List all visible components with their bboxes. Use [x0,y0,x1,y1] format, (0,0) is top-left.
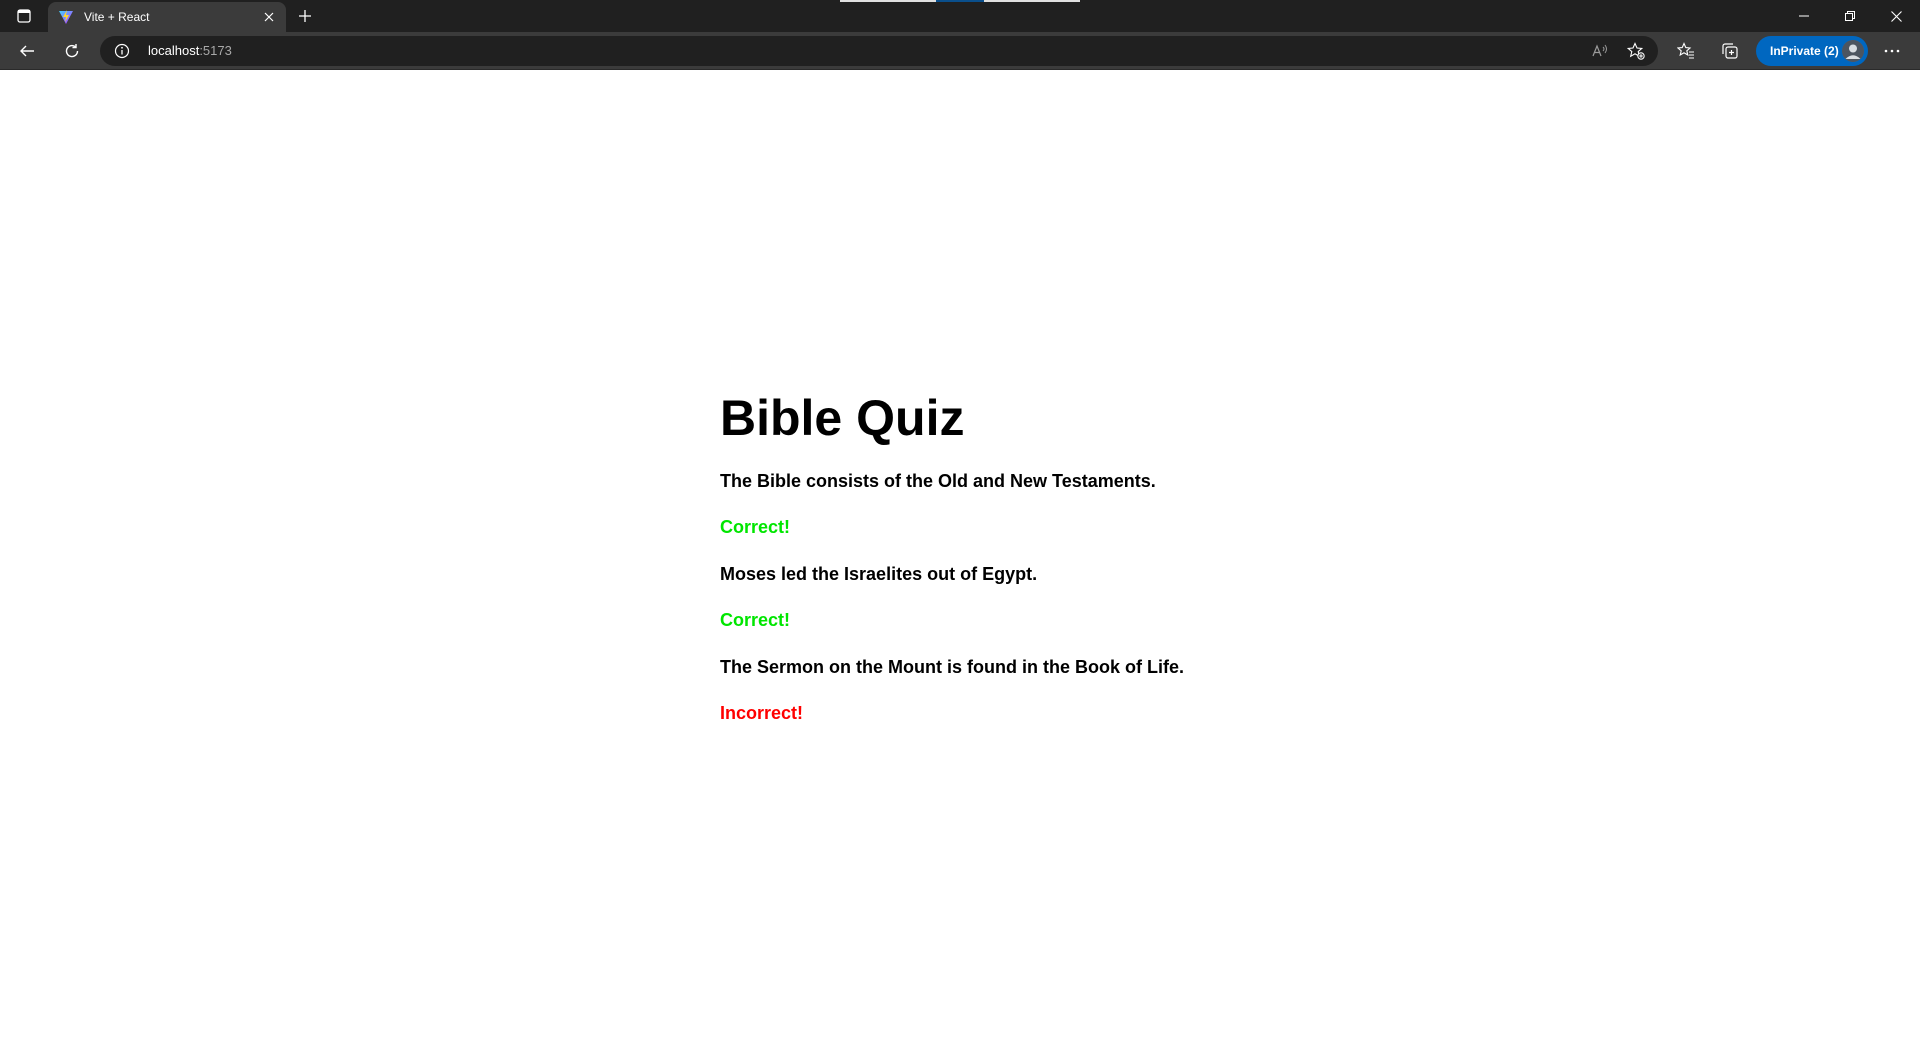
tab-actions-icon[interactable] [12,6,36,26]
add-favorite-icon[interactable] [1626,41,1646,61]
minimize-button[interactable] [1781,0,1827,32]
question-text: Moses led the Israelites out of Egypt. [720,564,1038,584]
refresh-icon[interactable] [58,37,86,65]
quiz-item: The Sermon on the Mount is found in the … [720,656,1420,724]
title-bar: Vite + React [0,0,1920,32]
inprivate-button[interactable]: InPrivate (2) [1756,36,1868,66]
inprivate-label: InPrivate (2) [1770,44,1839,58]
browser-toolbar: localhost:5173 InPrivate (2) [0,32,1920,70]
browser-tab[interactable]: Vite + React [48,2,286,32]
tab-title: Vite + React [84,10,150,24]
back-arrow-icon[interactable] [13,37,41,65]
restore-button[interactable] [1827,0,1873,32]
url-text[interactable]: localhost:5173 [148,43,232,59]
site-info-icon[interactable] [114,43,130,59]
result-text: Correct! [720,517,791,537]
quiz-item: The Bible consists of the Old and New Te… [720,470,1420,538]
quiz-item: Moses led the Israelites out of Egypt. C… [720,563,1420,631]
more-options-icon[interactable] [1878,37,1906,65]
new-tab-button[interactable] [294,5,316,27]
close-window-button[interactable] [1873,0,1919,32]
tab-close-icon[interactable] [260,8,278,26]
result-text: Incorrect! [720,703,804,723]
url-port: :5173 [199,43,232,58]
address-bar[interactable]: localhost:5173 [100,36,1658,66]
collections-icon[interactable] [1716,37,1744,65]
read-aloud-icon[interactable] [1590,41,1610,61]
window-drag-indicator [840,0,1080,2]
favorites-icon[interactable] [1672,37,1700,65]
result-text: Correct! [720,610,791,630]
question-text: The Sermon on the Mount is found in the … [720,657,1184,677]
quiz-container: Bible Quiz The Bible consists of the Old… [720,390,1420,749]
url-host: localhost [148,43,200,58]
page-title: Bible Quiz [720,390,965,446]
avatar [1842,40,1864,62]
question-text: The Bible consists of the Old and New Te… [720,471,1156,491]
vite-logo-icon [58,9,74,25]
